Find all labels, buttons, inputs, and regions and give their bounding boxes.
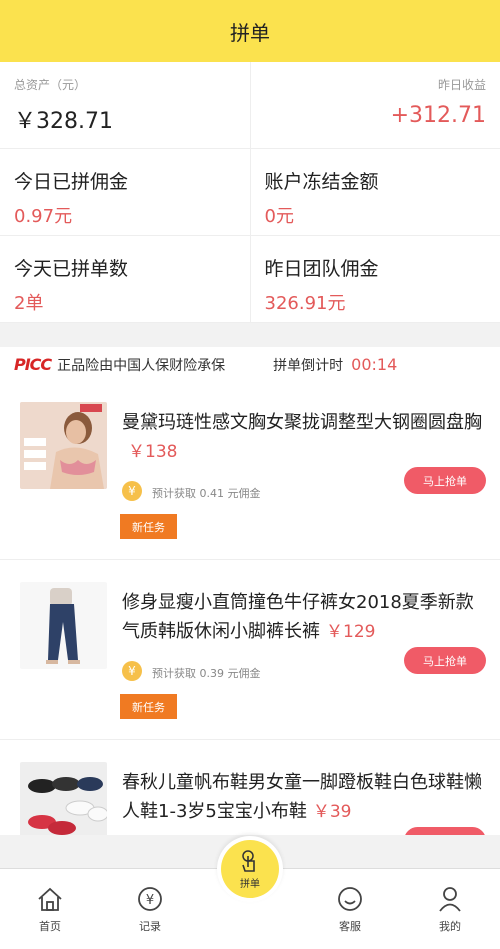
tab-mine-label: 我的 — [439, 920, 461, 933]
product-image-jeans[interactable] — [20, 582, 107, 669]
product-title-text[interactable]: 曼黛玛琏性感文胸女聚拢调整型大钢圈圆盘胸 — [122, 412, 482, 433]
insurance-text: 正品险由中国人保财险承保 — [57, 357, 226, 374]
product-title-text[interactable]: 修身显瘦小直筒撞色牛仔裤女2018夏季新款气质韩版休闲小脚裤长裤 — [122, 592, 474, 642]
tab-home-label: 首页 — [39, 920, 61, 933]
tab-service[interactable]: 客服 — [300, 869, 400, 949]
new-task-badge: 新任务 — [120, 694, 177, 719]
today-orders-label: 今天已拼单数 — [14, 258, 129, 280]
product-item[interactable]: 春秋儿童帆布鞋男女童一脚蹬板鞋白色球鞋懒人鞋1-3岁5宝宝小布鞋 ￥39 — [0, 740, 500, 835]
tab-mine[interactable]: 我的 — [400, 869, 500, 949]
product-title[interactable]: 曼黛玛琏性感文胸女聚拢调整型大钢圈圆盘胸 ￥138 — [122, 408, 488, 467]
page-header: 拼单 — [0, 0, 500, 62]
tab-home[interactable]: 首页 — [0, 869, 100, 949]
frozen-amount-label: 账户冻结金额 — [264, 171, 379, 193]
product-list[interactable]: 曼黛玛琏性感文胸女聚拢调整型大钢圈圆盘胸 ￥138 ¥ 预计获取 0.41 元佣金… — [0, 380, 500, 835]
grab-order-button[interactable]: 马上抢单 — [404, 647, 486, 674]
home-icon — [38, 887, 62, 911]
total-assets-value: ￥328.71 — [14, 109, 113, 134]
frozen-amount-cell: 账户冻结金额 0元 — [249, 149, 500, 235]
frozen-amount-value: 0元 — [264, 206, 294, 227]
today-commission-cell: 今日已拼佣金 0.97元 — [0, 149, 250, 235]
today-commission-label: 今日已拼佣金 — [14, 171, 129, 193]
today-orders-cell: 今天已拼单数 2单 — [0, 236, 250, 322]
product-item[interactable]: 修身显瘦小直筒撞色牛仔裤女2018夏季新款气质韩版休闲小脚裤长裤 ￥129 ¥ 预… — [0, 560, 500, 740]
tab-record-label: 记录 — [139, 920, 161, 933]
tab-service-label: 客服 — [339, 920, 361, 933]
user-icon — [439, 887, 461, 912]
yen-record-icon: ¥ — [138, 887, 162, 911]
yen-coin-icon: ¥ — [122, 661, 142, 681]
countdown-label: 拼单倒计时 — [273, 357, 344, 374]
product-image-bra[interactable] — [20, 402, 107, 489]
tap-hand-icon — [242, 849, 255, 872]
today-orders-value: 2单 — [14, 293, 44, 314]
product-price: ￥138 — [128, 442, 178, 462]
center-pindan-label: 拼单 — [240, 878, 260, 890]
svg-text:¥: ¥ — [146, 893, 154, 908]
yesterday-income-label: 昨日收益 — [437, 78, 486, 92]
grab-order-button[interactable] — [404, 827, 486, 835]
product-price: ￥39 — [312, 802, 352, 822]
team-commission-cell: 昨日团队佣金 326.91元 — [249, 236, 500, 322]
picc-logo: PICC — [14, 355, 52, 374]
yesterday-income-cell: 昨日收益 +312.71 — [249, 62, 500, 148]
product-title[interactable]: 修身显瘦小直筒撞色牛仔裤女2018夏季新款气质韩版休闲小脚裤长裤 ￥129 — [122, 588, 488, 647]
total-assets-label: 总资产（元） — [14, 78, 87, 92]
page-title: 拼单 — [230, 20, 270, 45]
total-assets-cell: 总资产（元） ￥328.71 — [0, 62, 250, 148]
grab-order-button[interactable]: 马上抢单 — [404, 467, 486, 494]
smiley-icon — [338, 887, 362, 911]
product-image-shoes[interactable] — [20, 762, 107, 835]
yesterday-income-value: +312.71 — [390, 103, 486, 128]
commission-estimate: 预计获取 0.41 元佣金 — [152, 487, 261, 500]
center-pindan-inner[interactable]: 拼单 — [221, 840, 279, 898]
stats-panel: 总资产（元） ￥328.71 昨日收益 +312.71 今日已拼佣金 0.97元… — [0, 62, 500, 323]
team-commission-value: 326.91元 — [264, 293, 346, 314]
yen-coin-icon: ¥ — [122, 481, 142, 501]
product-title-text[interactable]: 春秋儿童帆布鞋男女童一脚蹬板鞋白色球鞋懒人鞋1-3岁5宝宝小布鞋 — [122, 772, 482, 822]
commission-estimate: 预计获取 0.39 元佣金 — [152, 667, 261, 680]
product-price: ￥129 — [326, 622, 376, 642]
product-title[interactable]: 春秋儿童帆布鞋男女童一脚蹬板鞋白色球鞋懒人鞋1-3岁5宝宝小布鞋 ￥39 — [122, 768, 488, 827]
new-task-badge: 新任务 — [120, 514, 177, 539]
countdown-value: 00:14 — [351, 355, 398, 374]
center-pindan-button[interactable]: 拼单 — [217, 836, 283, 902]
tab-record[interactable]: ¥ 记录 — [100, 869, 200, 949]
product-item[interactable]: 曼黛玛琏性感文胸女聚拢调整型大钢圈圆盘胸 ￥138 ¥ 预计获取 0.41 元佣金… — [0, 380, 500, 560]
today-commission-value: 0.97元 — [14, 206, 73, 227]
team-commission-label: 昨日团队佣金 — [264, 258, 379, 280]
insurance-bar: PICC 正品险由中国人保财险承保 拼单倒计时 00:14 — [0, 347, 500, 383]
